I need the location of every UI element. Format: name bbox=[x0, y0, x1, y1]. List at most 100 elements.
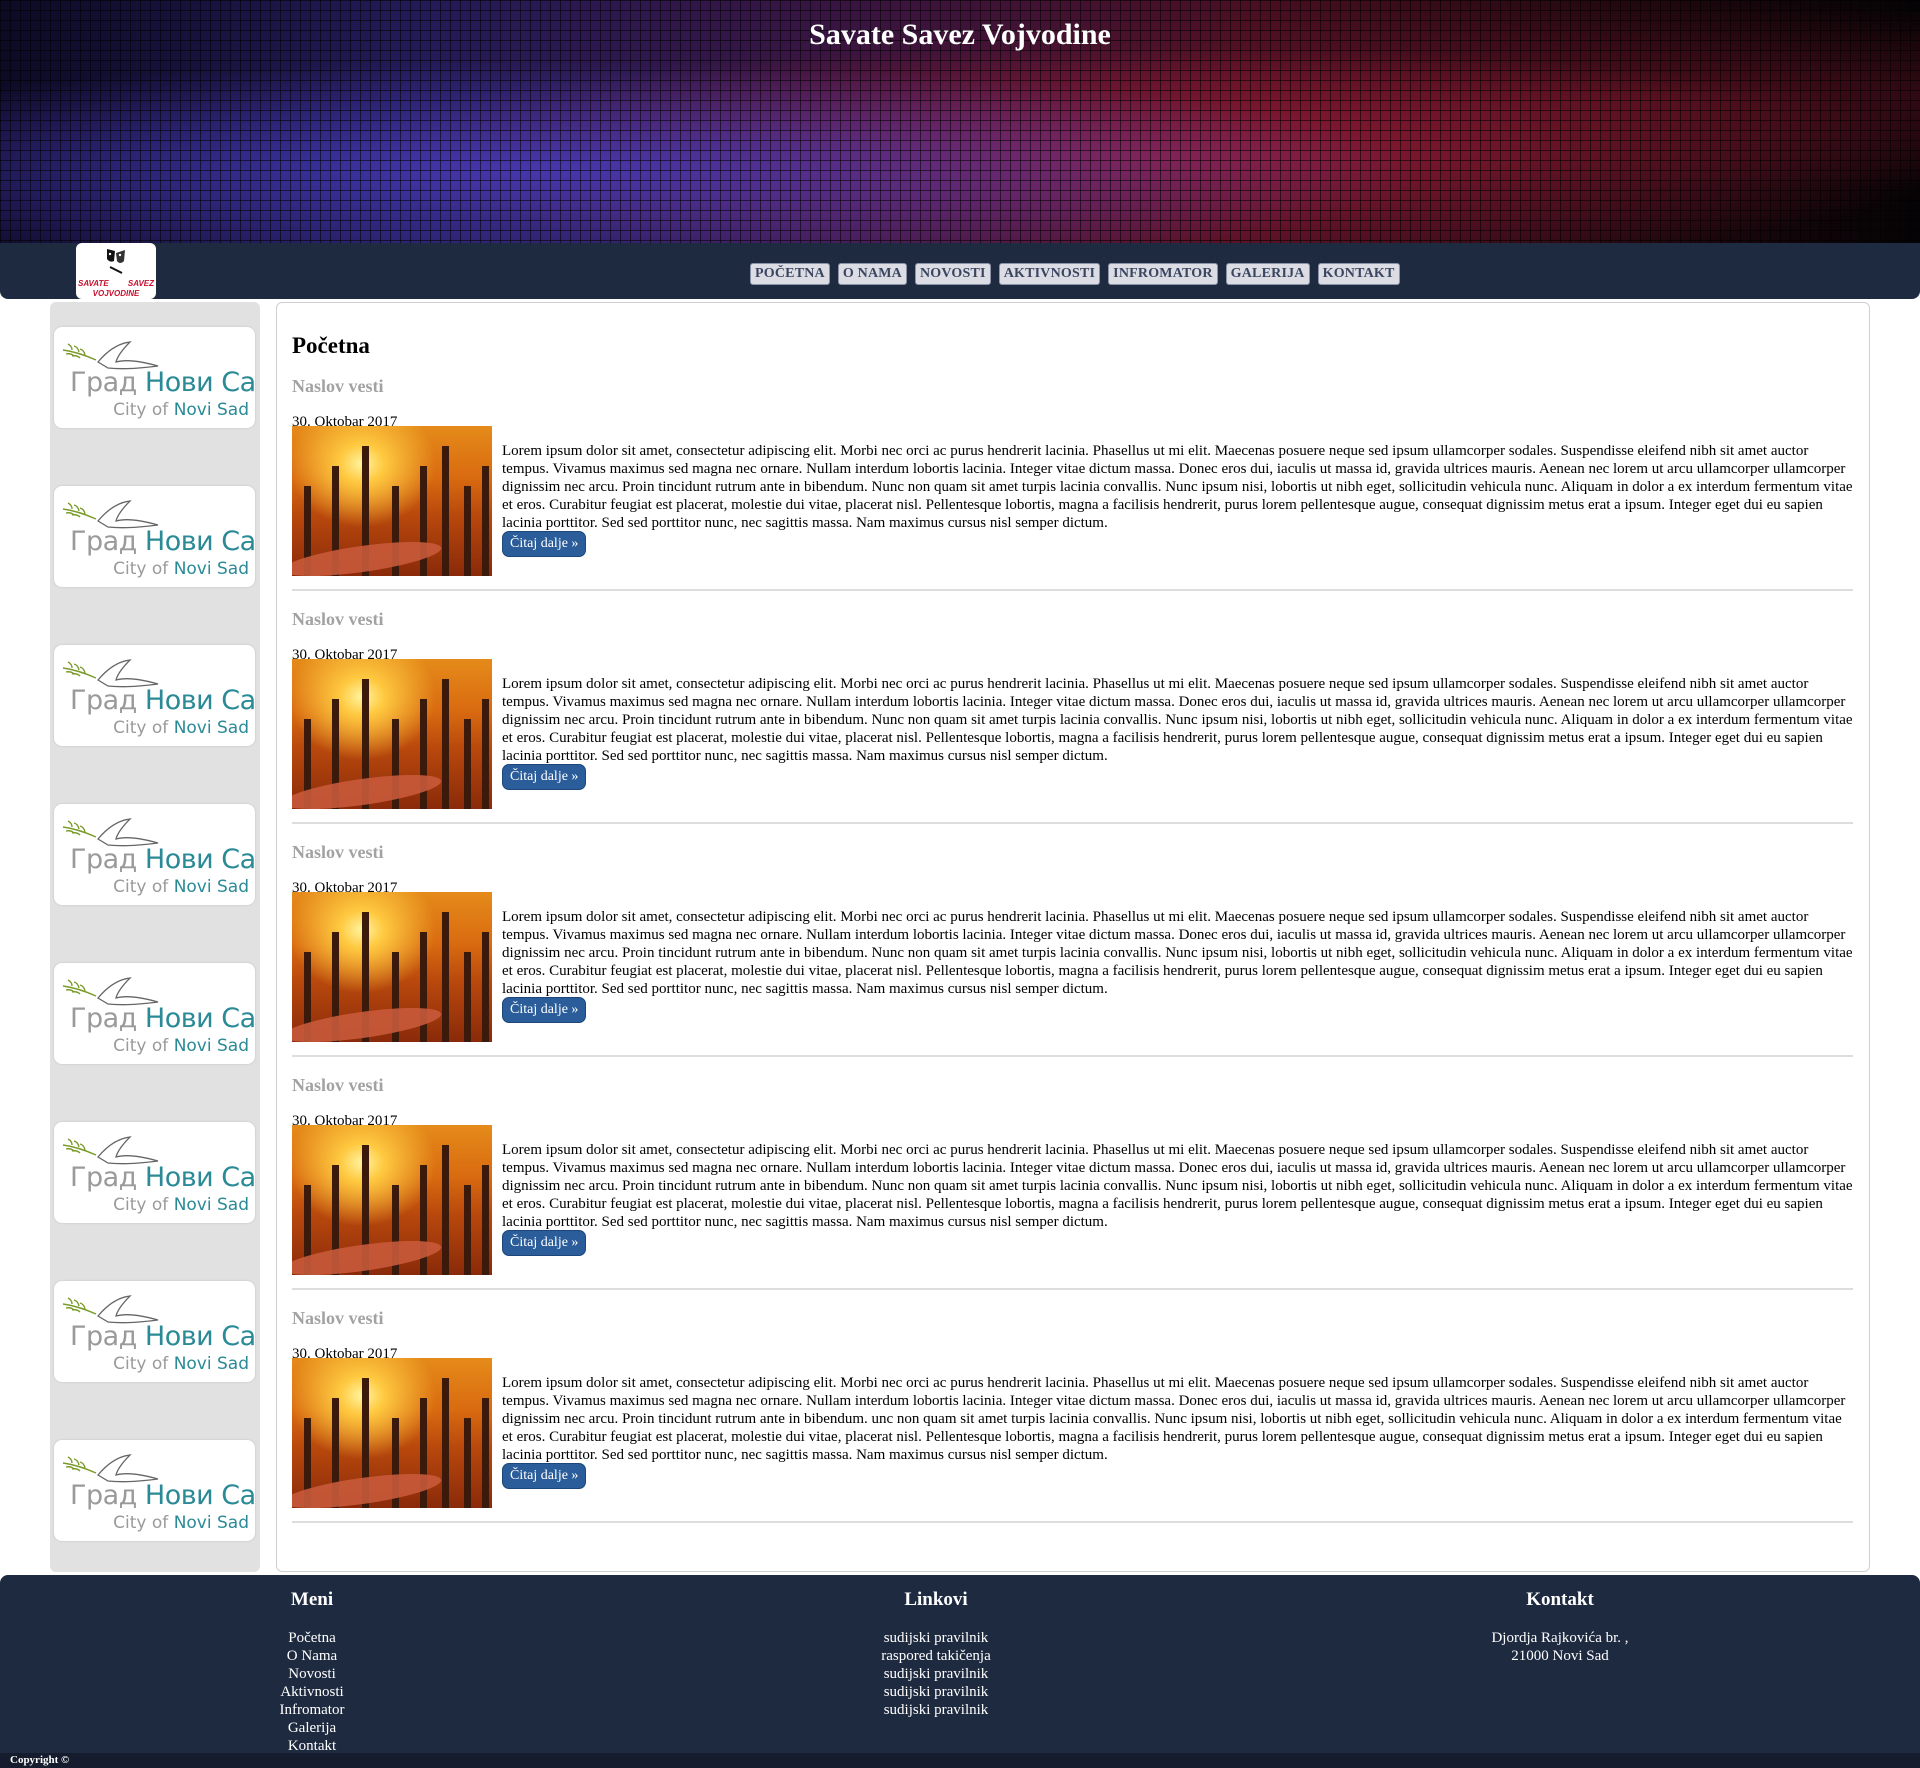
copyright: Copyright © bbox=[0, 1753, 1920, 1768]
footer: Meni Početna O Nama Novosti Aktivnosti I… bbox=[0, 1575, 1920, 1755]
sponsor-lat-name: Novi Sad bbox=[173, 559, 249, 579]
sponsor-lat-prefix: City of bbox=[113, 1354, 174, 1374]
sponsor-novi-sad[interactable]: Град Нови СадCity of Novi Sad bbox=[54, 645, 255, 746]
sponsor-novi-sad[interactable]: Град Нови СадCity of Novi Sad bbox=[54, 1281, 255, 1382]
article-image[interactable] bbox=[292, 1125, 492, 1275]
footer-menu-item[interactable]: Početna bbox=[162, 1629, 462, 1647]
footer-address-line: Djordja Rajkovića br. , bbox=[1491, 1630, 1629, 1646]
footer-menu-item[interactable]: Aktivnosti bbox=[162, 1683, 462, 1701]
sponsor-cyr-prefix: Град bbox=[70, 1003, 145, 1034]
sponsor-lat-prefix: City of bbox=[113, 1195, 174, 1215]
nav-item-kontakt[interactable]: KONTAKT bbox=[1317, 263, 1400, 285]
news-article: Naslov vesti 30. Oktobar 2017 Lorem ipsum … bbox=[292, 376, 1853, 591]
page-title: Početna bbox=[292, 333, 370, 358]
header-banner: Savate Savez Vojvodine bbox=[0, 0, 1920, 243]
footer-address-city: 21000 Novi Sad bbox=[1511, 1648, 1609, 1664]
footer-contact-column: Kontakt Djordja Rajkovića br. , 21000 No… bbox=[1410, 1589, 1710, 1665]
article-title[interactable]: Naslov vesti bbox=[292, 842, 384, 863]
sponsor-novi-sad[interactable]: Град Нови СадCity of Novi Sad bbox=[54, 1440, 255, 1541]
article-image[interactable] bbox=[292, 659, 492, 809]
site-logo[interactable]: SAVATE SAVEZ VOJVODINE bbox=[76, 243, 156, 299]
article-image[interactable] bbox=[292, 892, 492, 1042]
sponsor-lat-name: Novi Sad bbox=[173, 1036, 249, 1056]
sponsor-lat-prefix: City of bbox=[113, 1513, 174, 1533]
mask-logo-icon bbox=[107, 249, 125, 274]
footer-contact-heading: Kontakt bbox=[1526, 1589, 1594, 1610]
footer-link[interactable]: sudijski pravilnik bbox=[786, 1629, 1086, 1647]
sponsor-cyr-prefix: Град bbox=[70, 1480, 145, 1511]
sponsor-lat-name: Novi Sad bbox=[173, 400, 249, 420]
main-content: Početna Naslov vesti 30. Oktobar 2017 Lore… bbox=[276, 302, 1870, 1572]
sponsor-cyr-name: Нови Сад bbox=[144, 526, 255, 557]
sponsor-cyr-name: Нови Сад bbox=[144, 367, 255, 398]
nav-item-novosti[interactable]: NOVOSTI bbox=[915, 263, 991, 285]
article-excerpt: Lorem ipsum dolor sit amet, consectetur … bbox=[502, 909, 1853, 997]
sponsor-cyr-name: Нови Сад bbox=[144, 844, 255, 875]
article-title[interactable]: Naslov vesti bbox=[292, 1308, 384, 1329]
sponsor-lat-name: Novi Sad bbox=[173, 1354, 249, 1374]
sponsor-cyr-prefix: Град bbox=[70, 844, 145, 875]
read-more-button[interactable]: Čitaj dalje » bbox=[502, 997, 587, 1023]
sponsor-cyr-prefix: Град bbox=[70, 685, 145, 716]
sponsor-cyr-prefix: Град bbox=[70, 1162, 145, 1193]
sponsor-lat-prefix: City of bbox=[113, 400, 174, 420]
navbar: SAVATE SAVEZ VOJVODINE POČETNA O NAMA NO… bbox=[0, 243, 1920, 299]
logo-text-savate: SAVATE bbox=[78, 279, 109, 288]
footer-link[interactable]: sudijski pravilnik bbox=[786, 1665, 1086, 1683]
sponsor-cyr-name: Нови Сад bbox=[144, 1321, 255, 1352]
footer-menu-item[interactable]: Novosti bbox=[162, 1665, 462, 1683]
article-title[interactable]: Naslov vesti bbox=[292, 609, 384, 630]
nav-item-pocetna[interactable]: POČETNA bbox=[750, 263, 830, 285]
sponsor-lat-prefix: City of bbox=[113, 1036, 174, 1056]
sponsor-cyr-prefix: Град bbox=[70, 526, 145, 557]
site-title: Savate Savez Vojvodine bbox=[809, 18, 1111, 51]
logo-text-vojvodine: VOJVODINE bbox=[92, 289, 140, 298]
sponsor-lat-name: Novi Sad bbox=[173, 718, 249, 738]
read-more-button[interactable]: Čitaj dalje » bbox=[502, 531, 587, 557]
read-more-button[interactable]: Čitaj dalje » bbox=[502, 764, 587, 790]
sponsor-cyr-name: Нови Сад bbox=[144, 1480, 255, 1511]
sponsor-novi-sad[interactable]: Град Нови СадCity of Novi Sad bbox=[54, 327, 255, 428]
footer-menu-column: Meni Početna O Nama Novosti Aktivnosti I… bbox=[162, 1589, 462, 1755]
sponsor-novi-sad[interactable]: Град Нови СадCity of Novi Sad bbox=[54, 1122, 255, 1223]
sponsor-lat-prefix: City of bbox=[113, 718, 174, 738]
footer-links-column: Linkovi sudijski pravilnik raspored taki… bbox=[786, 1589, 1086, 1719]
nav-item-aktivnosti[interactable]: AKTIVNOSTI bbox=[998, 263, 1101, 285]
logo-text-savez: SAVEZ bbox=[127, 279, 154, 288]
article-image[interactable] bbox=[292, 1358, 492, 1508]
nav-item-o-nama[interactable]: O NAMA bbox=[837, 263, 907, 285]
footer-link[interactable]: sudijski pravilnik bbox=[786, 1701, 1086, 1719]
sponsor-lat-name: Novi Sad bbox=[173, 877, 249, 897]
sponsor-novi-sad[interactable]: Град Нови СадCity of Novi Sad bbox=[54, 804, 255, 905]
footer-links-heading: Linkovi bbox=[904, 1589, 968, 1610]
footer-menu-heading: Meni bbox=[290, 1589, 334, 1610]
read-more-button[interactable]: Čitaj dalje » bbox=[502, 1230, 587, 1256]
sponsor-lat-name: Novi Sad bbox=[173, 1195, 249, 1215]
sponsor-cyr-prefix: Град bbox=[70, 367, 145, 398]
sponsor-novi-sad[interactable]: Град Нови СадCity of Novi Sad bbox=[54, 486, 255, 587]
news-article: Naslov vesti 30. Oktobar 2017 Lorem ipsum … bbox=[292, 1075, 1853, 1290]
news-article: Naslov vesti 30. Oktobar 2017 Lorem ipsum … bbox=[292, 1308, 1853, 1523]
article-excerpt: Lorem ipsum dolor sit amet, consectetur … bbox=[502, 1142, 1853, 1230]
nav-item-galerija[interactable]: GALERIJA bbox=[1225, 263, 1310, 285]
article-image[interactable] bbox=[292, 426, 492, 576]
sponsor-novi-sad[interactable]: Град Нови СадCity of Novi Sad bbox=[54, 963, 255, 1064]
footer-link[interactable]: raspored takičenja bbox=[786, 1647, 1086, 1665]
sponsor-cyr-name: Нови Сад bbox=[144, 1162, 255, 1193]
footer-menu-item[interactable]: Galerija bbox=[162, 1719, 462, 1737]
sponsor-lat-prefix: City of bbox=[113, 559, 174, 579]
article-title[interactable]: Naslov vesti bbox=[292, 1075, 384, 1096]
footer-link[interactable]: sudijski pravilnik bbox=[786, 1683, 1086, 1701]
sponsor-lat-prefix: City of bbox=[113, 877, 174, 897]
sponsor-lat-name: Novi Sad bbox=[173, 1513, 249, 1533]
article-title[interactable]: Naslov vesti bbox=[292, 376, 384, 397]
footer-menu-item[interactable]: O Nama bbox=[162, 1647, 462, 1665]
read-more-button[interactable]: Čitaj dalje » bbox=[502, 1463, 587, 1489]
news-article: Naslov vesti 30. Oktobar 2017 Lorem ipsum … bbox=[292, 842, 1853, 1057]
main-nav: POČETNA O NAMA NOVOSTI AKTIVNOSTI INFROM… bbox=[750, 263, 1400, 285]
sponsor-cyr-name: Нови Сад bbox=[144, 685, 255, 716]
footer-menu-item[interactable]: Infromator bbox=[162, 1701, 462, 1719]
article-excerpt: Lorem ipsum dolor sit amet, consectetur … bbox=[502, 443, 1853, 531]
article-excerpt: Lorem ipsum dolor sit amet, consectetur … bbox=[502, 676, 1853, 764]
nav-item-infromator[interactable]: INFROMATOR bbox=[1108, 263, 1218, 285]
